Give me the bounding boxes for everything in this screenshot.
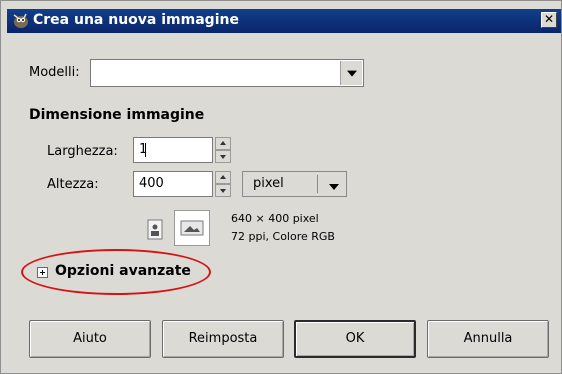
- models-dropdown-button[interactable]: [340, 61, 362, 85]
- reset-button[interactable]: Reimposta: [162, 320, 284, 358]
- arrow-up-icon: [220, 141, 226, 145]
- expand-icon[interactable]: [37, 267, 48, 278]
- close-button[interactable]: ✕: [541, 12, 557, 28]
- height-value: 400: [139, 176, 164, 191]
- height-input[interactable]: 400: [133, 171, 213, 197]
- height-label: Altezza:: [47, 177, 99, 192]
- landscape-orientation-icon: [180, 220, 204, 236]
- width-label: Larghezza:: [47, 144, 118, 159]
- arrow-down-icon: [220, 155, 226, 159]
- dialog-title: Crea una nuova immagine: [33, 12, 239, 28]
- close-icon: ✕: [543, 12, 555, 26]
- text-caret: [145, 143, 146, 157]
- height-spinner[interactable]: [215, 171, 231, 197]
- landscape-orientation-button[interactable]: [174, 210, 210, 246]
- new-image-dialog: Crea una nuova immagine ✕ Modelli: Dimen…: [0, 0, 562, 374]
- advanced-options-expander[interactable]: Opzioni avanzate: [55, 263, 191, 279]
- models-combo[interactable]: [90, 59, 364, 87]
- width-spinner[interactable]: [215, 137, 231, 163]
- image-size-info: 640 × 400 pixel: [231, 212, 319, 225]
- unit-value: pixel: [253, 176, 284, 191]
- chevron-down-icon: [346, 70, 357, 77]
- height-decrement-button[interactable]: [215, 184, 231, 197]
- arrow-up-icon: [220, 175, 226, 179]
- width-increment-button[interactable]: [215, 137, 231, 150]
- gimp-icon: [13, 13, 28, 28]
- models-label: Modelli:: [29, 65, 80, 80]
- width-decrement-button[interactable]: [215, 150, 231, 163]
- portrait-orientation-icon[interactable]: [145, 218, 165, 242]
- combo-separator: [317, 175, 318, 193]
- arrow-down-icon: [220, 189, 226, 193]
- image-resolution-info: 72 ppi, Colore RGB: [231, 230, 335, 243]
- help-button[interactable]: Aiuto: [29, 320, 151, 358]
- width-value: 1: [139, 142, 148, 157]
- height-increment-button[interactable]: [215, 171, 231, 184]
- cancel-button[interactable]: Annulla: [427, 320, 549, 358]
- ok-button[interactable]: OK: [294, 320, 416, 358]
- title-bar[interactable]: Crea una nuova immagine ✕: [7, 9, 561, 33]
- dimension-heading: Dimensione immagine: [29, 107, 205, 123]
- unit-combo[interactable]: pixel: [242, 171, 347, 197]
- chevron-down-icon: [329, 184, 339, 190]
